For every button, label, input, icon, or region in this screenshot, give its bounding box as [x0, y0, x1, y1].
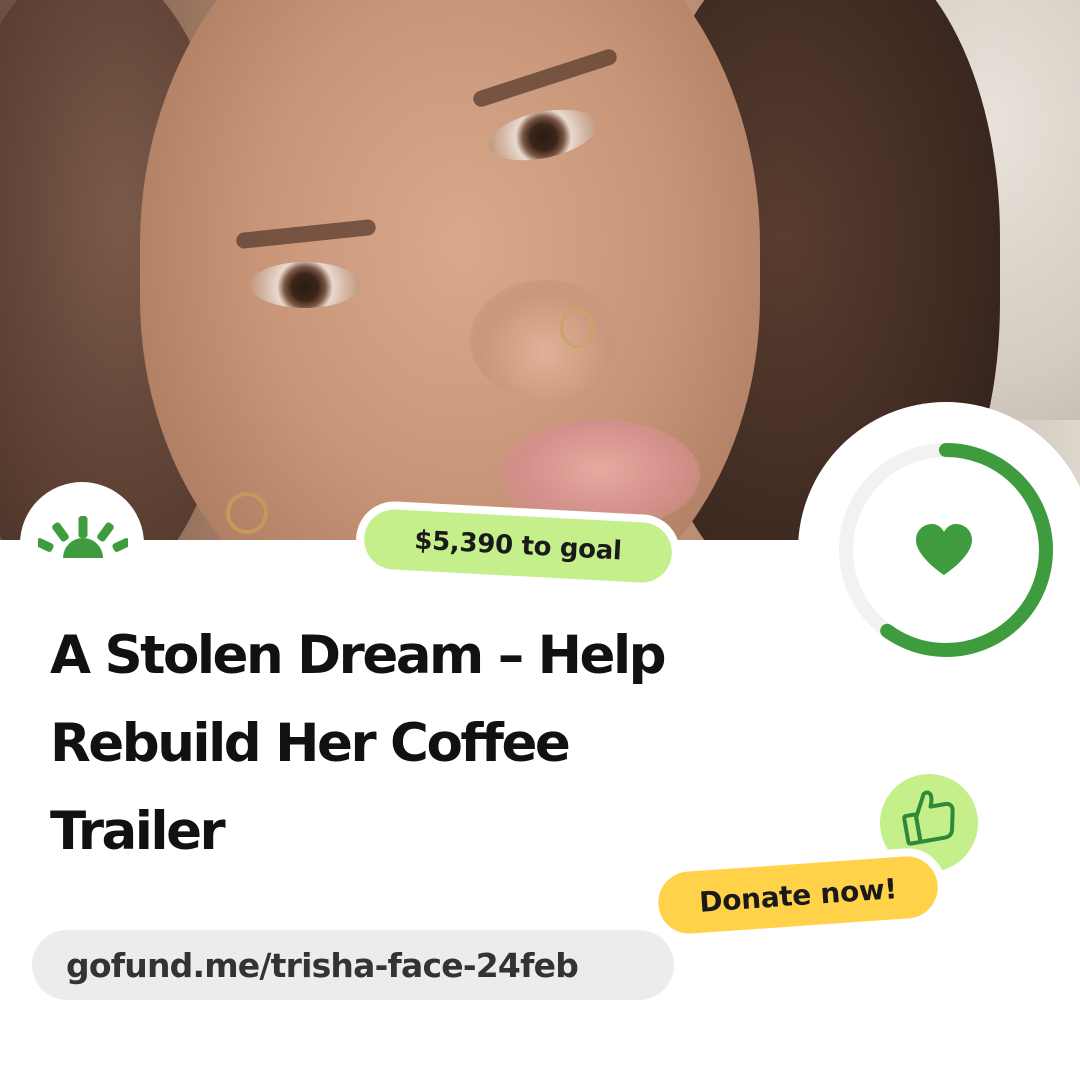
goal-remaining-text: $5,390 to goal: [413, 525, 623, 567]
heart-icon: [916, 524, 972, 575]
campaign-title: A Stolen Dream – Help Rebuild Her Coffee…: [50, 612, 770, 876]
donate-now-label: Donate now!: [698, 871, 898, 919]
sunrise-logo-icon: [38, 516, 128, 558]
thumbs-up-icon: [902, 790, 955, 846]
campaign-link[interactable]: gofund.me/trisha-face-24feb: [32, 930, 674, 1000]
campaign-url-text: gofund.me/trisha-face-24feb: [66, 945, 579, 985]
title-line-3: Trailer: [50, 801, 226, 862]
title-line-1: A Stolen Dream – Help: [50, 625, 667, 686]
title-line-2: Rebuild Her Coffee: [50, 713, 571, 774]
fundraiser-card: $5,390 to goal A Stolen Dream – Help Reb…: [0, 0, 1080, 1080]
